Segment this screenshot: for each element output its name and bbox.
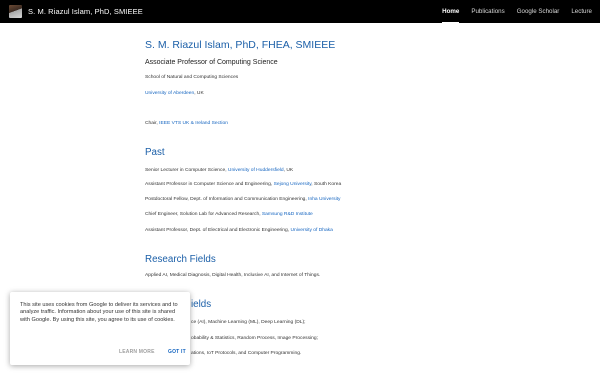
past-item-text: Chief Engineer, Solution Lab for Advance… [145, 212, 262, 217]
learn-more-button[interactable]: LEARN MORE [119, 349, 155, 355]
cookie-actions: LEARN MORE GOT IT [10, 349, 190, 359]
chair-prefix: Chair, [145, 121, 160, 126]
past-item: Assistant Professor, Dept. of Electrical… [145, 228, 333, 233]
teaching-line: obability & Statistics, Random Process, … [191, 336, 318, 341]
past-item-text: Assistant Professor, Dept. of Electrical… [145, 228, 291, 233]
past-item-suffix: , UK [283, 168, 294, 173]
past-item-suffix: , South Korea [311, 182, 342, 187]
cookie-consent-dialog: This site uses cookies from Google to de… [10, 292, 190, 365]
school-text: School of Natural and Computing Sciences [145, 75, 239, 80]
top-navigation-bar: S. M. Riazul Islam, PhD, SMIEEE Home Pub… [0, 0, 600, 23]
nav-home[interactable]: Home [442, 0, 460, 23]
past-heading: Past [145, 147, 165, 158]
samsung-link[interactable]: Samsung R&D Institute [262, 212, 313, 217]
teaching-line: ce (AI), Machine Learning (ML), Deep Lea… [191, 320, 306, 325]
nav-lecture[interactable]: Lecture [571, 0, 592, 23]
past-item-text: Assistant Professor in Computer Science … [145, 182, 274, 187]
teaching-line: ations, IoT Protocols, and Computer Prog… [191, 351, 302, 356]
cookie-message: This site uses cookies from Google to de… [20, 302, 178, 323]
site-title[interactable]: S. M. Riazul Islam, PhD, SMIEEE [28, 7, 143, 16]
university-link[interactable]: University of Aberdeen [145, 91, 194, 96]
past-item: Postdoctoral Fellow, Dept. of Informatio… [145, 197, 340, 202]
past-item: Assistant Professor in Computer Science … [145, 182, 341, 187]
university-suffix: , UK [194, 91, 204, 96]
past-item-text: Senior Lecturer in Computer Science, [145, 168, 228, 173]
dhaka-link[interactable]: University of Dhaka [290, 228, 332, 233]
nav-publications[interactable]: Publications [471, 0, 504, 23]
got-it-button[interactable]: GOT IT [168, 349, 186, 355]
ieee-vts-link[interactable]: IEEE VTS UK & Ireland Section [159, 121, 228, 126]
huddersfield-link[interactable]: University of Huddersfield [228, 168, 284, 173]
past-item-text: Postdoctoral Fellow, Dept. of Informatio… [145, 197, 309, 202]
sejong-link[interactable]: Sejong University [274, 182, 312, 187]
research-fields-text: Applied AI, Medical Diagnosis, Digital H… [145, 273, 321, 278]
inha-link[interactable]: Inha University [308, 197, 340, 202]
current-role: Associate Professor of Computing Science [145, 59, 278, 66]
teaching-fields-heading: ields [191, 299, 212, 310]
research-fields-heading: Research Fields [145, 254, 216, 265]
nav-google-scholar[interactable]: Google Scholar [517, 0, 560, 23]
chair-line: Chair, IEEE VTS UK & Ireland Section [145, 121, 228, 126]
university-line: University of Aberdeen, UK [145, 91, 204, 96]
past-item: Chief Engineer, Solution Lab for Advance… [145, 212, 313, 217]
nav-menu: Home Publications Google Scholar Lecture [430, 0, 592, 23]
page-title: S. M. Riazul Islam, PhD, FHEA, SMIEEE [145, 39, 336, 51]
profile-photo-avatar[interactable] [9, 5, 22, 18]
past-item: Senior Lecturer in Computer Science, Uni… [145, 168, 293, 173]
